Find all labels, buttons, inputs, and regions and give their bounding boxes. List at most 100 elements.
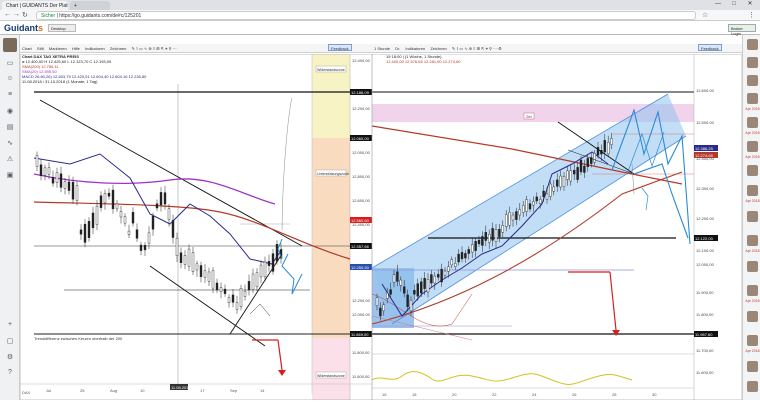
toolbar-help[interactable]: Hilfe [70, 44, 82, 52]
candle [43, 167, 47, 176]
folder-icon[interactable]: ▣ [5, 171, 15, 179]
candle [255, 272, 259, 288]
support-zone [312, 138, 350, 338]
list-icon[interactable]: ≡ [5, 91, 15, 99]
new-tab-button[interactable]: + [70, 1, 110, 10]
svg-text:22: 22 [492, 392, 497, 397]
candle [99, 195, 103, 208]
contact-avatar[interactable] [747, 93, 758, 104]
candle [409, 300, 413, 312]
toolbar-draw[interactable]: Zeichnen [108, 44, 128, 52]
candle [275, 243, 279, 262]
candle [59, 173, 63, 188]
contact-avatar[interactable] [747, 57, 758, 68]
news-icon[interactable]: ▤ [5, 123, 15, 131]
toolbar-mark[interactable]: Markieren [47, 44, 69, 52]
desktop-button[interactable]: Desktop [48, 24, 76, 32]
candle [171, 220, 175, 238]
right-chart-panel[interactable]: Ziel 12.600,00 12.500,00 12.400,00 12.30… [371, 53, 743, 401]
contact-avatar[interactable] [747, 185, 758, 196]
svg-text:12.060,00: 12.060,00 [351, 136, 370, 141]
svg-text:12.186,09: 12.186,09 [351, 90, 370, 95]
eye-icon[interactable]: ◉ [5, 107, 15, 115]
chart-icon[interactable]: ∿ [5, 139, 15, 147]
svg-text:12.000,00: 12.000,00 [352, 312, 371, 317]
contact-avatar[interactable] [747, 285, 758, 296]
svg-text:25: 25 [80, 388, 85, 393]
left-chart-svg[interactable]: DAX 12.400,00 12.200,00 12.000,00 12.800… [19, 53, 373, 401]
contact-avatar[interactable] [747, 211, 758, 222]
contact-avatar[interactable] [747, 311, 758, 322]
left-feedback-button[interactable]: Feedback [328, 44, 352, 51]
candle [199, 265, 203, 277]
left-chart-panel[interactable]: DAX 12.400,00 12.200,00 12.000,00 12.800… [19, 53, 373, 401]
broker-login-button[interactable]: Broker Login [728, 24, 756, 36]
candle [413, 290, 416, 295]
svg-text:12.122,00: 12.122,00 [695, 236, 714, 241]
svg-text:12.386,25: 12.386,25 [695, 146, 714, 151]
add-icon[interactable]: + [5, 321, 15, 329]
contact-avatar[interactable] [747, 335, 758, 346]
contact-avatar[interactable] [747, 141, 758, 152]
contact-avatar[interactable] [747, 381, 758, 392]
candle [35, 155, 39, 167]
forward-icon[interactable]: → [13, 11, 20, 18]
settings-icon[interactable]: ⚙ [5, 353, 15, 361]
zone-label: Unterstützungszone [317, 172, 349, 176]
maximize-button[interactable]: □ [726, 1, 742, 7]
toolbar-indicators[interactable]: Indikatoren [83, 44, 107, 52]
toolbar-chart[interactable]: Chart [20, 44, 34, 52]
candle [521, 205, 525, 213]
candle [175, 237, 179, 257]
guidants-logo[interactable]: Guidants [4, 23, 43, 33]
back-icon[interactable]: ← [4, 11, 11, 18]
svg-text:12.560,60: 12.560,60 [351, 218, 370, 223]
candle [79, 229, 83, 235]
svg-text:11.700,00: 11.700,00 [696, 348, 714, 353]
contact-avatar[interactable] [747, 75, 758, 86]
candle [115, 203, 119, 210]
candle [433, 275, 436, 284]
contact-avatar[interactable] [747, 261, 758, 272]
candle [545, 193, 549, 200]
browser-tab-active[interactable]: Chart | GUIDANTS Der Plattform [2, 1, 68, 10]
help-icon[interactable]: ? [5, 369, 15, 377]
toolbar-timeframe[interactable]: 1 Stunde [372, 44, 392, 52]
candle [211, 270, 215, 289]
contact-avatar[interactable] [747, 165, 758, 176]
candle [542, 190, 545, 197]
toolbar-dr[interactable]: Dr. [393, 44, 402, 52]
toolbar-tools-icon[interactable]: ✎ ⌇ ▭ ∿ ⊕ ≡ ⊞ ⇱ ⌖ ⚲ ⋯ [130, 44, 179, 52]
right-feedback-button[interactable]: Feedback [698, 44, 722, 51]
contact-avatar[interactable] [747, 117, 758, 128]
toolbar-indicators[interactable]: Indikatoren [403, 44, 427, 52]
candle [508, 212, 511, 226]
close-window-button[interactable]: ✕ [742, 0, 758, 7]
right-chart-svg[interactable]: Ziel 12.600,00 12.500,00 12.400,00 12.30… [371, 53, 743, 401]
svg-text:10: 10 [140, 388, 145, 393]
contact-avatar[interactable] [747, 39, 758, 50]
user-icon[interactable]: ☺ [5, 75, 15, 83]
candle [235, 302, 239, 310]
candle [123, 216, 127, 224]
toolbar-draw[interactable]: Zeichnen [428, 44, 448, 52]
file-icon[interactable]: ▢ [5, 337, 15, 345]
monitor-icon[interactable]: ▭ [5, 59, 15, 67]
contact-avatar[interactable] [747, 235, 758, 246]
menu-icon[interactable]: ⋮ [748, 11, 755, 19]
url-input[interactable]: Sicher | https://go.guidants.com/de#c/12… [36, 11, 696, 20]
contact-avatar[interactable] [747, 361, 758, 372]
alert-icon[interactable]: ⚠ [5, 155, 15, 163]
toolbar-pen[interactable]: Stift [35, 44, 46, 52]
candle [51, 177, 55, 184]
user-avatar[interactable] [3, 38, 17, 52]
star-icon[interactable]: ☆ [702, 11, 708, 19]
candle [555, 179, 559, 187]
candle [239, 288, 243, 307]
candle [191, 252, 195, 272]
toolbar-tools-icon[interactable]: ✎ ⌇ ▭ ∿ ⊕ ≡ ⊞ ⇱ ⌖ ⚲ ⋯ ⚙ [450, 44, 504, 52]
left-chart-toolbar: Chart Stift Markieren Hilfe Indikatoren … [20, 44, 372, 53]
candle [460, 252, 464, 260]
reload-icon[interactable]: ↻ [22, 11, 28, 19]
minimize-button[interactable]: — [710, 1, 726, 7]
